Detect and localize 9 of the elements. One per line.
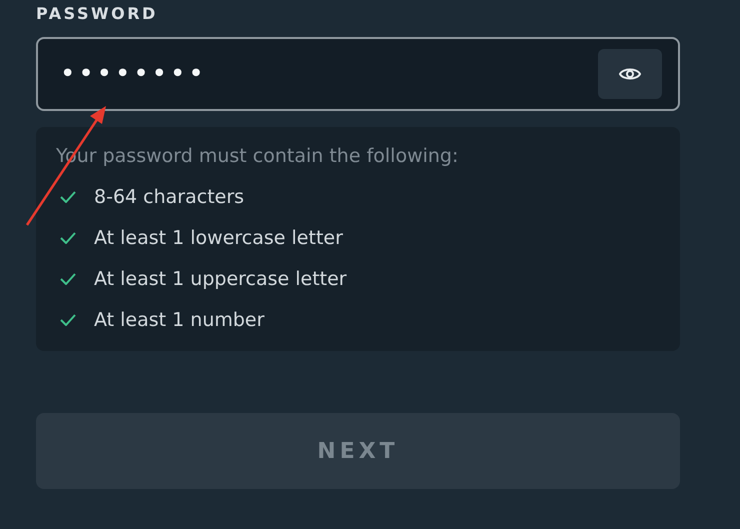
password-field[interactable]: •••••••• <box>36 37 680 111</box>
requirement-text: 8-64 characters <box>94 186 244 208</box>
requirement-text: At least 1 uppercase letter <box>94 268 347 290</box>
requirement-text: At least 1 lowercase letter <box>94 227 343 249</box>
field-label: PASSWORD <box>36 4 158 23</box>
show-password-button[interactable] <box>598 49 662 99</box>
requirement-text: At least 1 number <box>94 309 264 331</box>
eye-icon <box>619 66 641 82</box>
password-input[interactable]: •••••••• <box>58 58 598 90</box>
